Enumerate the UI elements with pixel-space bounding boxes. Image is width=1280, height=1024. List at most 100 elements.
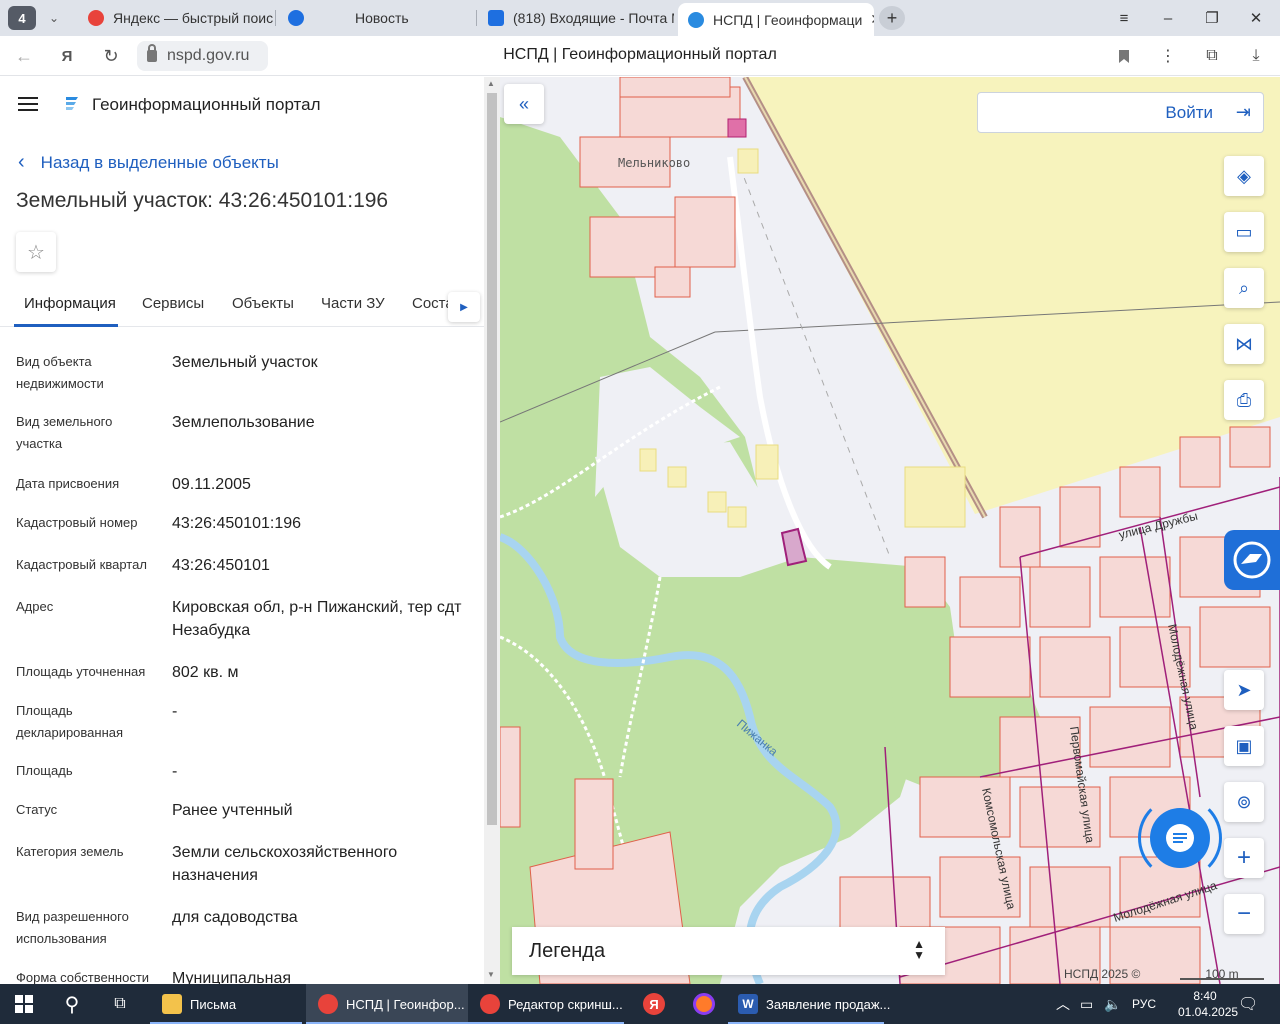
tab-label: (818) Входящие - Почта М bbox=[513, 10, 674, 26]
back-to-selected-link[interactable]: ‹ Назад в выделенные объекты bbox=[18, 151, 279, 174]
search-icon[interactable]: ⚲ bbox=[48, 984, 96, 1024]
page-title: НСПД | Геоинформационный портал bbox=[503, 46, 777, 63]
zoom-out-button[interactable]: − bbox=[1224, 894, 1264, 934]
firefox-button[interactable] bbox=[680, 984, 728, 1024]
login-button[interactable]: Войти ⇥ bbox=[977, 92, 1264, 133]
info-value: 43:26:450101:196 bbox=[172, 515, 302, 532]
collapse-panel-button[interactable]: « bbox=[504, 84, 544, 124]
taskbar-item-word[interactable]: W Заявление продаж... bbox=[728, 984, 890, 1024]
lock-icon bbox=[147, 44, 157, 62]
portal-logo-icon bbox=[66, 97, 78, 110]
tab-information[interactable]: Информация bbox=[24, 295, 116, 312]
scroll-down-icon[interactable]: ▼ bbox=[487, 970, 495, 979]
yandex-app-button[interactable]: Я bbox=[630, 984, 678, 1024]
browser-tab-news[interactable]: Новость bbox=[278, 3, 474, 33]
hamburger-menu-icon[interactable] bbox=[18, 97, 38, 111]
menu-icon[interactable]: ≡ bbox=[1110, 6, 1138, 30]
taskbar-item-mail[interactable]: Письма bbox=[150, 984, 302, 1024]
system-clock[interactable]: 8:40 01.04.2025 bbox=[1178, 988, 1238, 1020]
search-location-button[interactable]: ⊚ bbox=[1224, 782, 1264, 822]
chat-button[interactable] bbox=[1150, 808, 1210, 868]
browser-tab-nspd[interactable]: НСПД | Геоинформаци ✕ bbox=[678, 3, 874, 36]
scrollbar-thumb[interactable] bbox=[487, 93, 497, 825]
volume-icon[interactable]: 🔈 bbox=[1104, 984, 1121, 1024]
language-indicator[interactable]: РУС bbox=[1132, 984, 1156, 1024]
info-label: Форма собственности bbox=[16, 970, 150, 984]
back-arrow-icon[interactable]: ← bbox=[11, 44, 37, 68]
close-tab-icon[interactable]: ✕ bbox=[870, 11, 874, 28]
tab-counter[interactable]: 4 ⌄ bbox=[8, 6, 70, 30]
minus-icon: − bbox=[1236, 900, 1251, 927]
map-copyright: НСПД 2025 © bbox=[1064, 967, 1141, 981]
favorite-star-button[interactable]: ☆ bbox=[16, 232, 56, 272]
info-value: Муниципальная bbox=[172, 970, 292, 984]
zoom-in-button[interactable]: + bbox=[1224, 838, 1264, 878]
network-icon[interactable]: ▭ bbox=[1080, 984, 1093, 1024]
at-sign-favicon-icon bbox=[288, 10, 304, 26]
minimap-button[interactable]: ▣ bbox=[1224, 726, 1264, 766]
layers-icon: ◈ bbox=[1237, 165, 1251, 186]
navigation-arrow-icon: ➤ bbox=[1236, 679, 1252, 700]
url-field[interactable]: nspd.gov.ru bbox=[137, 41, 268, 71]
taskbar-item-screenshot-editor[interactable]: Редактор скринш... bbox=[468, 984, 624, 1024]
tabs-scroll-right-button[interactable]: ▶ bbox=[448, 292, 480, 322]
tab-objects[interactable]: Объекты bbox=[232, 295, 294, 312]
share-button[interactable]: ⋈ bbox=[1224, 324, 1264, 364]
new-tab-button[interactable]: + bbox=[879, 6, 905, 30]
scroll-up-icon[interactable]: ▲ bbox=[487, 79, 495, 88]
object-info-panel: Геоинформационный портал ‹ Назад в выдел… bbox=[0, 77, 484, 984]
info-value: 43:26:450101 bbox=[172, 557, 270, 574]
taskbar-item-label: Заявление продаж... bbox=[766, 996, 891, 1012]
task-view-icon[interactable]: ⧉ bbox=[96, 984, 144, 1024]
tab-parts[interactable]: Части ЗУ bbox=[321, 295, 385, 312]
yandex-icon: Я bbox=[643, 993, 665, 1015]
yandex-browser-icon bbox=[318, 994, 338, 1014]
more-options-icon[interactable]: ⋮ bbox=[1155, 44, 1181, 68]
info-label: Кадастровый номер bbox=[16, 515, 138, 530]
info-label: Статус bbox=[16, 802, 58, 817]
word-icon: W bbox=[738, 994, 758, 1014]
area-search-button[interactable]: ⌕ bbox=[1224, 268, 1264, 308]
layers-button[interactable]: ◈ bbox=[1224, 156, 1264, 196]
info-value: Землепользование bbox=[172, 414, 315, 431]
portal-title: Геоинформационный портал bbox=[92, 95, 321, 114]
legend-label: Легенда bbox=[529, 939, 606, 962]
bookmark-icon[interactable] bbox=[1111, 44, 1137, 68]
notifications-icon[interactable]: 🗨 bbox=[1238, 984, 1258, 1024]
minimize-icon[interactable]: – bbox=[1154, 6, 1182, 30]
taskbar-item-nspd[interactable]: НСПД | Геоинфор... bbox=[306, 984, 468, 1024]
print-button[interactable]: ⎙ bbox=[1224, 380, 1264, 420]
legend-panel[interactable]: Легенда ▲ ▼ bbox=[512, 927, 945, 975]
double-chevron-left-icon: « bbox=[518, 93, 529, 114]
download-icon[interactable]: ⤓ bbox=[1243, 44, 1269, 68]
tab-services[interactable]: Сервисы bbox=[142, 295, 204, 312]
extensions-icon[interactable]: ⧉ bbox=[1199, 44, 1225, 68]
parcels-melnikovo bbox=[579, 77, 741, 298]
printer-icon: ⎙ bbox=[1236, 389, 1252, 410]
tab-label: Новость bbox=[355, 10, 409, 26]
side-logo-widget[interactable] bbox=[1224, 530, 1280, 590]
taskbar-item-label: НСПД | Геоинфор... bbox=[346, 996, 465, 1012]
geolocation-button[interactable]: ➤ bbox=[1224, 670, 1264, 710]
browser-tab-mail[interactable]: (818) Входящие - Почта М bbox=[478, 3, 674, 33]
folder-icon bbox=[162, 994, 182, 1014]
restore-icon[interactable]: ❐ bbox=[1198, 6, 1226, 30]
expand-collapse-icon[interactable]: ▲ ▼ bbox=[913, 938, 925, 961]
yandex-home-icon[interactable]: Я bbox=[54, 44, 80, 68]
taskbar-item-label: Редактор скринш... bbox=[508, 996, 623, 1012]
ruler-button[interactable]: ▭ bbox=[1224, 212, 1264, 252]
info-label: Кадастровый квартал bbox=[16, 557, 147, 572]
start-button[interactable] bbox=[0, 984, 48, 1024]
chevron-down-icon[interactable]: ⌄ bbox=[40, 6, 68, 30]
chevron-left-icon: ‹ bbox=[18, 151, 25, 173]
panel-scrollbar[interactable]: ▲ ▼ bbox=[484, 77, 500, 984]
reload-icon[interactable]: ↻ bbox=[98, 44, 124, 68]
location-search-icon: ⊚ bbox=[1236, 791, 1252, 812]
tray-chevron-up-icon[interactable]: ︿ bbox=[1056, 984, 1070, 1024]
address-bar: ← Я ↻ nspd.gov.ru НСПД | Геоинформационн… bbox=[0, 36, 1280, 76]
firefox-icon bbox=[693, 993, 715, 1015]
close-window-icon[interactable]: ✕ bbox=[1242, 6, 1270, 30]
tab-count-badge[interactable]: 4 bbox=[8, 6, 36, 30]
info-label: Дата присвоения bbox=[16, 476, 120, 491]
browser-tab-yandex[interactable]: Яндекс — быстрый поиск bbox=[78, 3, 274, 33]
